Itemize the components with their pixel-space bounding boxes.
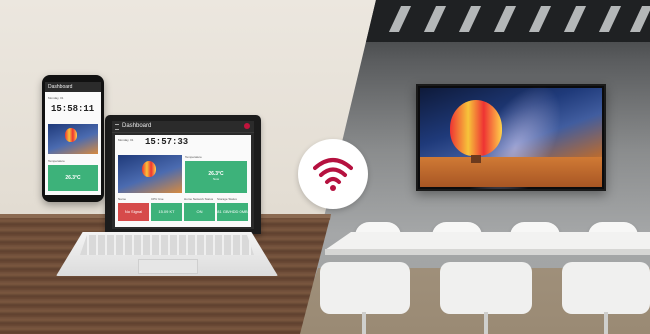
wifi-badge <box>298 139 368 209</box>
temperature-tile: 26.3°C Now <box>185 161 247 193</box>
ceiling-beam <box>493 6 517 32</box>
dashboard-header: Dashboard <box>112 121 254 133</box>
laptop-keyboard <box>80 235 254 255</box>
phone-screen: Dashboard Monday, 01 15:58:11 Temperatur… <box>45 82 101 195</box>
phone-clock: 15:58:11 <box>51 104 95 114</box>
wall-display <box>416 84 606 191</box>
phone-temperature-tile: 26.3°C <box>48 165 98 191</box>
front-chair <box>440 262 532 314</box>
status-tile: 15.09 KT <box>151 203 182 221</box>
chair-leg <box>362 312 366 334</box>
dashboard-title: Dashboard <box>122 123 152 129</box>
ceiling-beam <box>563 6 587 32</box>
laptop-screen: Dashboard Monday, 01 15:57:33 Temperatur… <box>112 121 254 229</box>
row-label: Home Network Status <box>184 197 214 201</box>
chair-leg <box>484 312 488 334</box>
ceiling-beam <box>528 6 552 32</box>
hot-air-balloon <box>142 161 156 177</box>
temperature-header: Temperature <box>185 155 202 159</box>
ceiling-beam <box>423 6 447 32</box>
balloon-basket <box>471 155 481 163</box>
scene: Dashboard Monday, 01 15:57:33 Temperatur… <box>0 0 650 334</box>
hot-air-balloon <box>65 128 77 142</box>
desert-landscape <box>420 157 602 187</box>
wifi-icon <box>313 158 353 191</box>
media-thumbnail <box>118 155 182 193</box>
conference-table <box>325 232 650 250</box>
chair-leg <box>604 312 608 334</box>
phone-app-title: Dashboard <box>48 84 73 90</box>
ceiling-beam <box>458 6 482 32</box>
temperature-sub: Now <box>212 177 219 181</box>
status-tile-red: No Signal <box>118 203 149 221</box>
phone-date-label: Monday, 01 <box>48 96 64 100</box>
status-tile: ON <box>184 203 215 221</box>
front-chair <box>320 262 410 314</box>
dashboard-body: Monday, 01 15:57:33 Temperature 26.3°C N… <box>115 135 251 227</box>
status-tile: 81 GB/HDD 0MB <box>217 203 248 221</box>
ceiling-beam <box>629 6 650 32</box>
ceiling-beam <box>388 6 412 32</box>
phone-header: Dashboard <box>45 82 101 92</box>
row-label: CPU Use <box>151 197 164 201</box>
row-label: Storage Status <box>217 197 237 201</box>
phone-media-thumbnail <box>48 124 98 154</box>
ceiling-beam <box>598 6 622 32</box>
clock: 15:57:33 <box>145 137 189 147</box>
date-label: Monday, 01 <box>118 138 134 142</box>
row-label: Name <box>118 197 127 201</box>
hot-air-balloon <box>450 100 502 156</box>
laptop-trackpad <box>138 259 198 274</box>
display-screen <box>420 86 602 189</box>
brand-logo-icon <box>244 123 250 129</box>
phone-temperature-header: Temperature <box>48 159 65 163</box>
hamburger-menu-icon[interactable] <box>115 124 119 130</box>
conference-table-edge <box>325 249 650 255</box>
front-chair <box>562 262 650 314</box>
